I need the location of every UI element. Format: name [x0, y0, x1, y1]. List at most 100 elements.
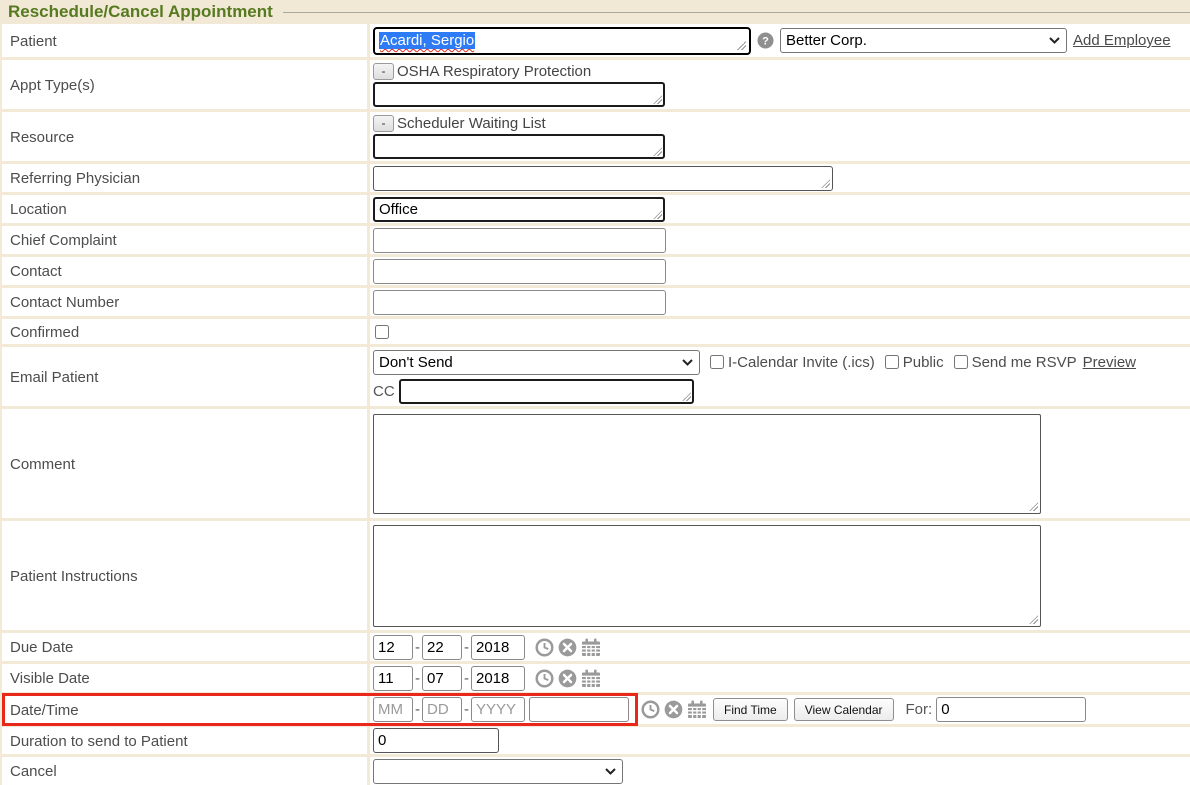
- due-date-day-input[interactable]: [422, 635, 462, 660]
- contact-number-label: Contact Number: [2, 288, 370, 316]
- row-duration: Duration to send to Patient: [2, 727, 1190, 757]
- chief-complaint-input[interactable]: [373, 228, 666, 253]
- company-select-value: Better Corp.: [786, 32, 867, 49]
- date-time-year-input[interactable]: [471, 697, 525, 722]
- row-visible-date: Visible Date - -: [2, 664, 1190, 695]
- ical-invite-label: I-Calendar Invite (.ics): [728, 354, 875, 371]
- date-time-day-input[interactable]: [422, 697, 462, 722]
- ical-invite-checkbox[interactable]: [710, 355, 724, 369]
- comment-label: Comment: [2, 409, 370, 518]
- calendar-icon[interactable]: [581, 669, 601, 688]
- appointment-form: Patient Acardi, Sergio ? Better Corp. Ad…: [0, 24, 1190, 785]
- clear-icon[interactable]: [558, 638, 577, 657]
- contact-input[interactable]: [373, 259, 666, 284]
- row-patient: Patient Acardi, Sergio ? Better Corp. Ad…: [2, 24, 1190, 60]
- svg-text:?: ?: [762, 35, 769, 47]
- clear-icon[interactable]: [664, 700, 683, 719]
- preview-link[interactable]: Preview: [1083, 354, 1136, 371]
- view-calendar-button[interactable]: View Calendar: [794, 698, 894, 721]
- clock-icon[interactable]: [535, 638, 554, 657]
- resource-selected: Scheduler Waiting List: [397, 115, 546, 132]
- visible-date-month-input[interactable]: [373, 666, 413, 691]
- for-label: For:: [906, 701, 933, 718]
- public-checkbox[interactable]: [885, 355, 899, 369]
- public-label: Public: [903, 354, 944, 371]
- date-separator: -: [415, 639, 420, 656]
- row-referring-physician: Referring Physician: [2, 164, 1190, 195]
- company-select[interactable]: Better Corp.: [780, 28, 1067, 53]
- resource-collapse-button[interactable]: -: [373, 115, 394, 132]
- send-me-rsvp-checkbox[interactable]: [954, 355, 968, 369]
- due-date-month-input[interactable]: [373, 635, 413, 660]
- help-icon[interactable]: ?: [757, 32, 774, 49]
- referring-physician-label: Referring Physician: [2, 164, 370, 192]
- contact-label: Contact: [2, 257, 370, 285]
- chevron-down-icon: [682, 359, 693, 366]
- location-label: Location: [2, 195, 370, 223]
- row-comment: Comment: [2, 409, 1190, 521]
- calendar-icon[interactable]: [581, 638, 601, 657]
- contact-number-input[interactable]: [373, 290, 666, 315]
- page-header: Reschedule/Cancel Appointment: [0, 0, 1190, 24]
- row-confirmed: Confirmed: [2, 319, 1190, 347]
- cancel-label: Cancel: [2, 757, 370, 785]
- row-contact: Contact: [2, 257, 1190, 288]
- appt-type-label: Appt Type(s): [2, 60, 370, 109]
- duration-input[interactable]: [373, 728, 499, 753]
- row-patient-instructions: Patient Instructions: [2, 521, 1190, 633]
- chief-complaint-label: Chief Complaint: [2, 226, 370, 254]
- visible-date-label: Visible Date: [2, 664, 370, 692]
- clock-icon[interactable]: [535, 669, 554, 688]
- appt-type-input[interactable]: [373, 82, 665, 107]
- comment-textarea[interactable]: [373, 414, 1041, 514]
- confirmed-label: Confirmed: [2, 319, 370, 344]
- patient-instructions-label: Patient Instructions: [2, 521, 370, 630]
- row-date-time: Date/Time - - Find Time View Calendar Fo…: [2, 695, 1190, 727]
- row-resource: Resource - Scheduler Waiting List: [2, 112, 1190, 164]
- referring-physician-input[interactable]: [373, 166, 833, 191]
- patient-input[interactable]: Acardi, Sergio: [373, 27, 751, 55]
- resource-input[interactable]: [373, 134, 665, 159]
- patient-label: Patient: [2, 24, 370, 57]
- row-due-date: Due Date - -: [2, 633, 1190, 664]
- add-employee-link[interactable]: Add Employee: [1073, 32, 1171, 49]
- row-email-patient: Email Patient Don't Send I-Calendar Invi…: [2, 347, 1190, 409]
- visible-date-year-input[interactable]: [471, 666, 525, 691]
- confirmed-checkbox[interactable]: [375, 325, 389, 339]
- date-separator: -: [464, 670, 469, 687]
- appt-type-collapse-button[interactable]: -: [373, 63, 394, 80]
- cc-label: CC: [373, 383, 395, 400]
- find-time-button[interactable]: Find Time: [713, 698, 788, 721]
- due-date-year-input[interactable]: [471, 635, 525, 660]
- send-me-rsvp-label: Send me RSVP: [972, 354, 1077, 371]
- date-time-time-input[interactable]: [529, 697, 629, 722]
- patient-instructions-textarea[interactable]: [373, 525, 1041, 627]
- date-separator: -: [464, 701, 469, 718]
- patient-selected-text: Acardi, Sergio: [379, 32, 475, 49]
- email-patient-label: Email Patient: [2, 347, 370, 406]
- row-chief-complaint: Chief Complaint: [2, 226, 1190, 257]
- chevron-down-icon: [1049, 37, 1060, 44]
- row-cancel: Cancel: [2, 757, 1190, 785]
- email-send-select-value: Don't Send: [379, 354, 453, 371]
- visible-date-day-input[interactable]: [422, 666, 462, 691]
- for-input[interactable]: [936, 697, 1086, 722]
- clear-icon[interactable]: [558, 669, 577, 688]
- date-time-month-input[interactable]: [373, 697, 413, 722]
- date-separator: -: [464, 639, 469, 656]
- resource-label: Resource: [2, 112, 370, 161]
- date-separator: -: [415, 701, 420, 718]
- header-rule: [283, 12, 1190, 13]
- row-appt-type: Appt Type(s) - OSHA Respiratory Protecti…: [2, 60, 1190, 112]
- email-send-select[interactable]: Don't Send: [373, 350, 700, 375]
- location-input[interactable]: [373, 197, 665, 222]
- due-date-label: Due Date: [2, 633, 370, 661]
- page-title: Reschedule/Cancel Appointment: [8, 2, 273, 22]
- cancel-select[interactable]: [373, 759, 623, 784]
- calendar-icon[interactable]: [687, 700, 707, 719]
- cc-input[interactable]: [399, 379, 694, 404]
- duration-label: Duration to send to Patient: [2, 727, 370, 754]
- appt-type-selected: OSHA Respiratory Protection: [397, 63, 591, 80]
- clock-icon[interactable]: [641, 700, 660, 719]
- row-contact-number: Contact Number: [2, 288, 1190, 319]
